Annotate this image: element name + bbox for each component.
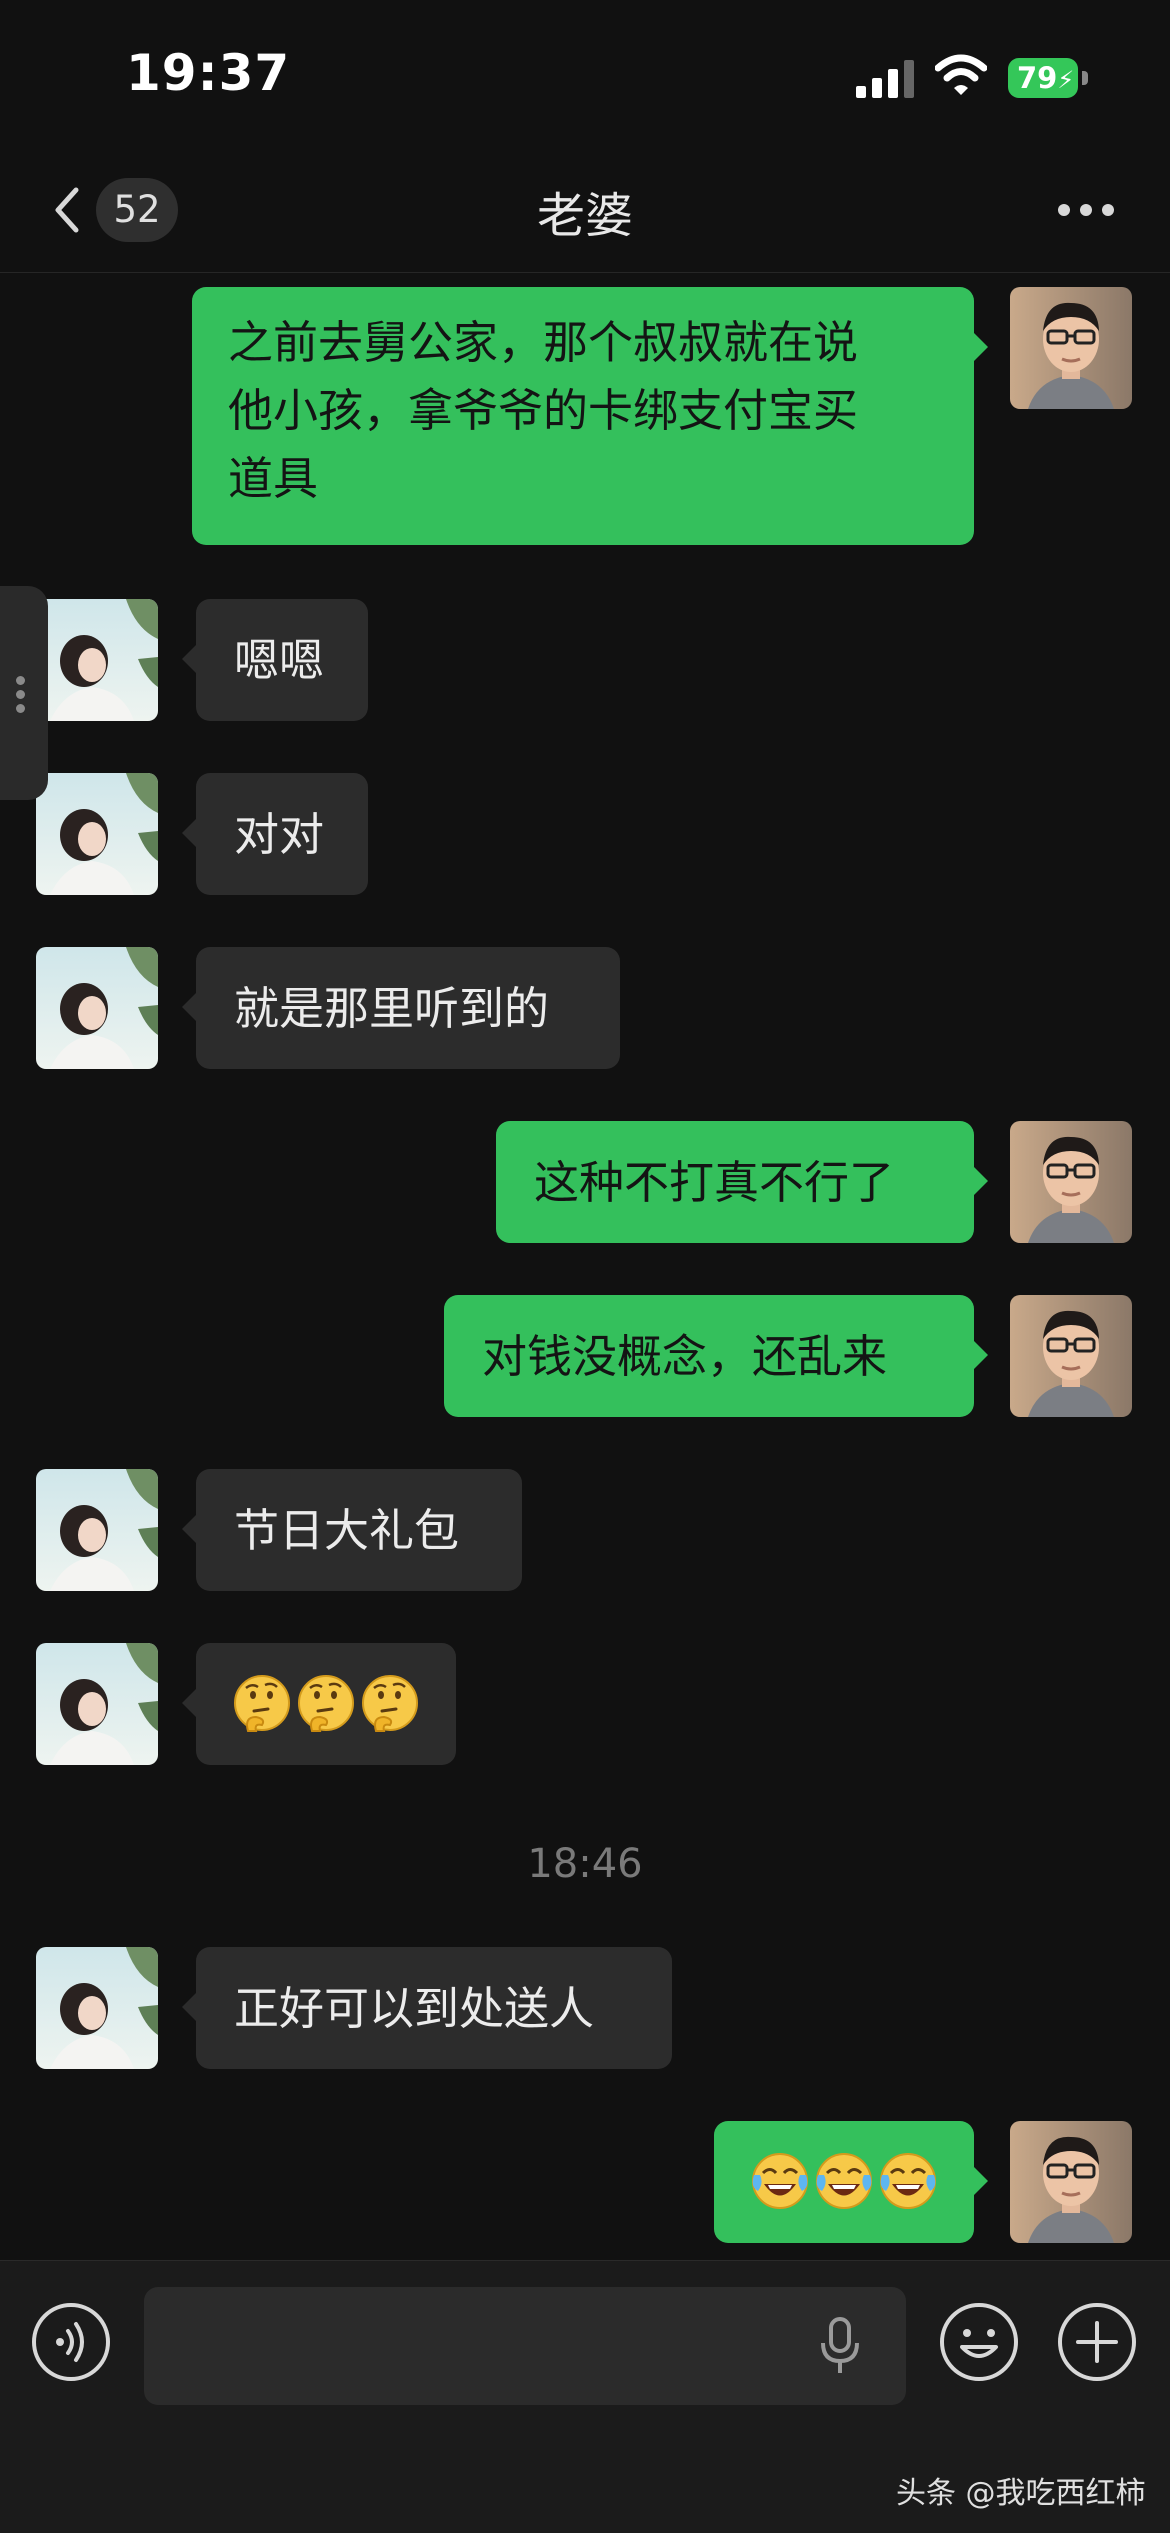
message-bubble-incoming[interactable]: 嗯嗯 [182, 599, 368, 721]
message-text-line: 他小孩，拿爷爷的卡绑支付宝买 [228, 384, 859, 437]
contact-avatar[interactable] [36, 1469, 158, 1591]
message-bubble-outgoing[interactable]: 之前去舅公家，那个叔叔就在说 他小孩，拿爷爷的卡绑支付宝买 道具 [192, 287, 988, 545]
voice-icon[interactable] [30, 2301, 112, 2383]
message-bubble-incoming[interactable] [182, 1643, 456, 1765]
message-bubble-incoming[interactable]: 节日大礼包 [182, 1469, 522, 1591]
wifi-icon [935, 54, 987, 95]
contact-avatar[interactable] [36, 1947, 158, 2069]
message-list[interactable]: 之前去舅公家，那个叔叔就在说 他小孩，拿爷爷的卡绑支付宝买 道具 嗯嗯 对对 就… [0, 273, 1170, 2260]
message-text-line: 之前去舅公家，那个叔叔就在说 [228, 316, 859, 369]
my-avatar[interactable] [1010, 1121, 1132, 1243]
cellular-signal-icon [856, 58, 916, 98]
message-text: 这种不打真不行了 [534, 1156, 895, 1209]
battery-level: 79 [1017, 61, 1058, 95]
message-bubble-outgoing[interactable]: 对钱没概念，还乱来 [444, 1295, 988, 1417]
side-drag-handle[interactable] [0, 586, 48, 800]
thinking-face-emoji-icon [233, 1674, 419, 1733]
tears-of-joy-emoji-icon [751, 2152, 937, 2210]
message-bubble-incoming[interactable]: 就是那里听到的 [182, 947, 620, 1069]
message-input[interactable] [144, 2287, 906, 2405]
emoji-icon[interactable] [938, 2301, 1020, 2383]
status-time: 19:37 [126, 44, 291, 102]
message-text-line: 道具 [228, 452, 319, 505]
battery-tip [1082, 71, 1088, 85]
my-avatar[interactable] [1010, 287, 1132, 409]
message-bubble-incoming[interactable]: 正好可以到处送人 [182, 1947, 672, 2069]
chat-header: 52 老婆 [0, 150, 1170, 273]
microphone-icon[interactable] [818, 2317, 862, 2377]
more-options-button[interactable] [1050, 190, 1122, 230]
message-text: 对对 [234, 808, 325, 861]
my-avatar[interactable] [1010, 2121, 1132, 2243]
more-dots-icon [1058, 204, 1070, 216]
watermark: 头条 @我吃西红柿 [896, 2476, 1146, 2511]
contact-avatar[interactable] [36, 599, 158, 721]
chat-title: 老婆 [536, 188, 633, 244]
status-bar: 19:37 79⚡ [0, 0, 1170, 150]
charging-icon: ⚡ [1057, 66, 1075, 94]
contact-avatar[interactable] [36, 773, 158, 895]
message-text: 正好可以到处送人 [234, 1982, 595, 2035]
message-timestamp: 18:46 [527, 1841, 643, 1887]
contact-avatar[interactable] [36, 1643, 158, 1765]
message-text: 嗯嗯 [234, 634, 325, 687]
plus-icon[interactable] [1056, 2301, 1138, 2383]
message-text: 就是那里听到的 [234, 982, 550, 1035]
message-bubble-outgoing[interactable] [714, 2121, 988, 2243]
message-bubble-incoming[interactable]: 对对 [182, 773, 368, 895]
battery-indicator: 79⚡ [1008, 58, 1078, 98]
contact-avatar[interactable] [36, 947, 158, 1069]
message-text: 对钱没概念，还乱来 [482, 1330, 888, 1383]
message-bubble-outgoing[interactable]: 这种不打真不行了 [496, 1121, 988, 1243]
my-avatar[interactable] [1010, 1295, 1132, 1417]
message-text: 节日大礼包 [234, 1504, 460, 1557]
